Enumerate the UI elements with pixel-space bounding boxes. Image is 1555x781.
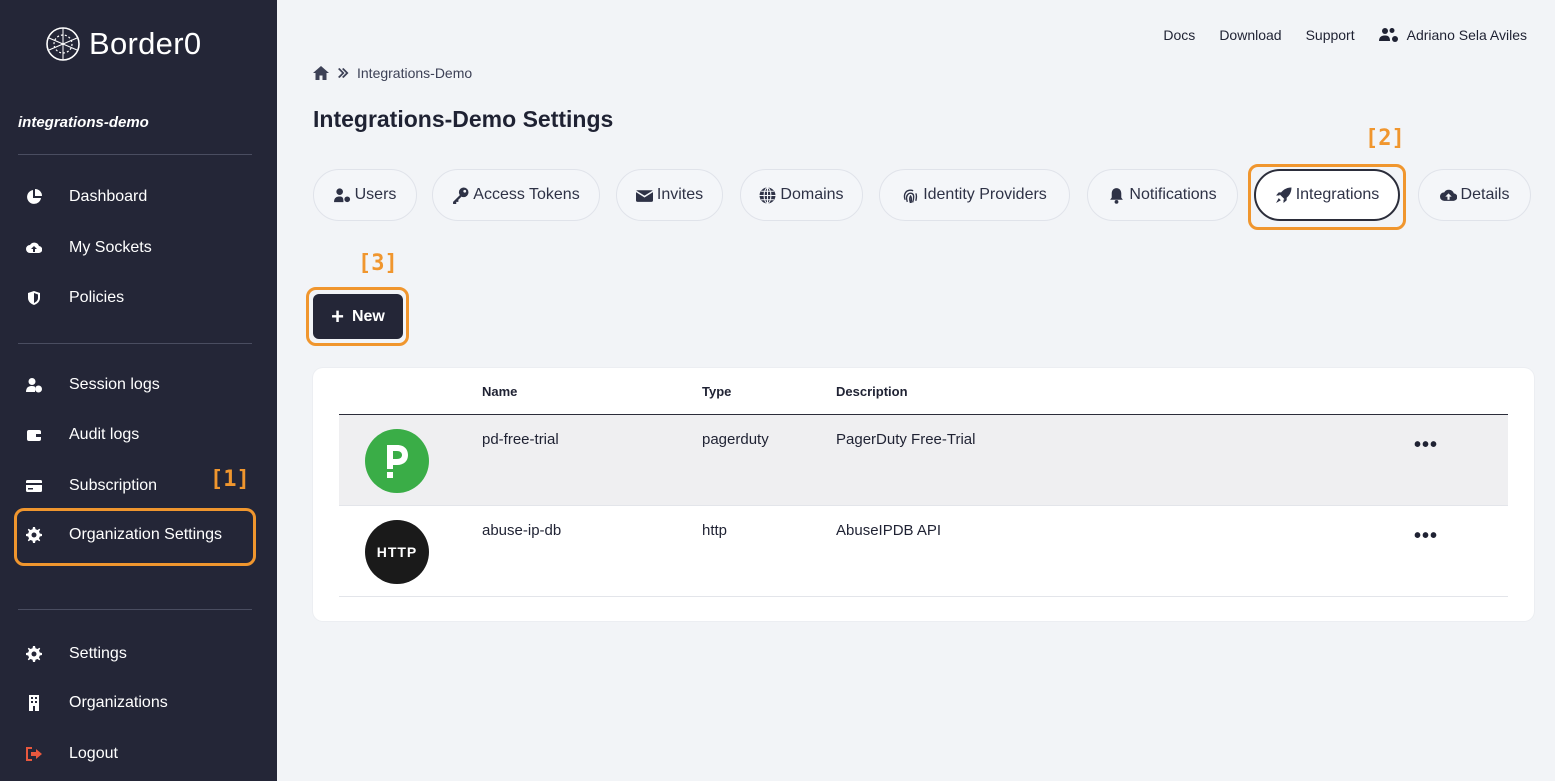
tab-label: Invites — [656, 186, 704, 203]
tab-details[interactable]: Details — [1418, 169, 1531, 221]
sidebar: Border0 integrations-demo Dashboard My S… — [0, 0, 277, 781]
wallet-icon — [24, 425, 44, 445]
sidebar-item-my-sockets[interactable]: My Sockets — [18, 228, 254, 268]
brand-logo[interactable]: Border0 — [43, 24, 201, 64]
table-row[interactable]: HTTP abuse-ip-db http AbuseIPDB API ••• — [339, 506, 1508, 597]
sidebar-item-label: Policies — [69, 289, 125, 306]
key-icon — [453, 187, 469, 204]
tab-label: Integrations — [1295, 186, 1380, 203]
sidebar-item-label: Audit logs — [69, 426, 140, 443]
brand-name: Border0 — [89, 26, 202, 61]
tab-label: Users — [354, 186, 397, 203]
tab-invites[interactable]: Invites — [616, 169, 723, 221]
pagerduty-logo-icon — [365, 429, 429, 493]
cloud-upload-icon — [24, 238, 44, 258]
plus-icon: + — [331, 303, 344, 329]
users-cog-icon — [1378, 28, 1398, 42]
building-icon — [24, 693, 44, 713]
tab-integrations[interactable]: Integrations — [1254, 169, 1400, 221]
user-clock-icon — [24, 375, 44, 395]
column-header-type[interactable]: Type — [702, 384, 731, 399]
column-header-description[interactable]: Description — [836, 384, 908, 399]
sign-out-icon — [24, 744, 44, 764]
annotation-label-3: [3] — [358, 251, 398, 276]
support-link[interactable]: Support — [1306, 27, 1355, 43]
tab-label: Identity Providers — [923, 186, 1047, 203]
sidebar-item-label: Logout — [69, 745, 118, 762]
row-type: http — [702, 522, 728, 539]
credit-card-icon — [24, 476, 44, 496]
tab-label: Details — [1460, 186, 1510, 203]
sidebar-item-session-logs[interactable]: Session logs — [18, 365, 254, 405]
row-type: pagerduty — [702, 431, 769, 448]
cloud-upload-icon — [1439, 189, 1457, 201]
user-menu[interactable]: Adriano Sela Aviles — [1378, 27, 1527, 43]
tab-domains[interactable]: Domains — [740, 169, 863, 221]
row-name: pd-free-trial — [482, 431, 559, 448]
sidebar-item-dashboard[interactable]: Dashboard — [18, 177, 254, 217]
sidebar-item-label: Subscription — [69, 477, 158, 494]
integrations-table: Name Type Description pd-free-trial page… — [313, 368, 1534, 621]
top-nav: Docs Download Support Adriano Sela Avile… — [1163, 27, 1527, 43]
home-icon[interactable] — [313, 66, 329, 80]
column-header-name[interactable]: Name — [482, 384, 517, 399]
tab-identity-providers[interactable]: Identity Providers — [879, 169, 1070, 221]
tab-label: Notifications — [1129, 186, 1217, 203]
http-logo-text: HTTP — [376, 544, 418, 560]
gear-icon — [24, 525, 44, 545]
tab-label: Access Tokens — [473, 186, 580, 203]
row-description: AbuseIPDB API — [836, 522, 942, 539]
sidebar-item-settings[interactable]: Settings — [18, 634, 254, 674]
globe-icon — [759, 186, 776, 204]
sidebar-item-organizations[interactable]: Organizations — [18, 683, 254, 723]
sidebar-item-label: Organization Settings — [69, 526, 222, 543]
envelope-icon — [635, 189, 653, 202]
org-name: integrations-demo — [18, 114, 149, 131]
sidebar-item-label: Session logs — [69, 376, 160, 393]
page-title: Integrations-Demo Settings — [313, 106, 614, 132]
http-logo-icon: HTTP — [365, 520, 429, 584]
breadcrumb-current[interactable]: Integrations-Demo — [357, 65, 472, 81]
border0-logo-icon — [46, 27, 80, 61]
row-name: abuse-ip-db — [482, 522, 562, 539]
row-actions-menu-icon[interactable]: ••• — [1414, 526, 1438, 546]
sidebar-divider — [18, 609, 252, 610]
tab-label: Domains — [780, 186, 844, 203]
bell-icon — [1110, 187, 1124, 204]
breadcrumb: Integrations-Demo — [313, 65, 472, 81]
download-link[interactable]: Download — [1219, 27, 1281, 43]
table-row[interactable]: pd-free-trial pagerduty PagerDuty Free-T… — [339, 415, 1508, 506]
docs-link[interactable]: Docs — [1163, 27, 1195, 43]
rocket-icon — [1275, 187, 1292, 203]
row-description: PagerDuty Free-Trial — [836, 431, 976, 448]
double-chevron-right-icon — [338, 68, 349, 78]
sidebar-item-label: Organizations — [69, 694, 168, 711]
annotation-label-2: [2] — [1365, 126, 1405, 151]
sidebar-item-organization-settings[interactable]: Organization Settings — [18, 515, 254, 555]
sidebar-item-label: My Sockets — [69, 239, 152, 256]
sidebar-divider — [18, 343, 252, 344]
gear-icon — [24, 644, 44, 664]
user-cog-icon — [333, 187, 350, 202]
tab-users[interactable]: Users — [313, 169, 417, 221]
sidebar-item-policies[interactable]: Policies — [18, 278, 254, 318]
pie-chart-icon — [24, 187, 44, 207]
shield-icon — [24, 288, 44, 308]
sidebar-divider — [18, 154, 252, 155]
sidebar-item-logout[interactable]: Logout — [18, 734, 254, 774]
sidebar-item-label: Settings — [69, 645, 127, 662]
row-actions-menu-icon[interactable]: ••• — [1414, 435, 1438, 455]
user-name: Adriano Sela Aviles — [1406, 27, 1527, 43]
sidebar-item-audit-logs[interactable]: Audit logs — [18, 415, 254, 455]
tab-access-tokens[interactable]: Access Tokens — [432, 169, 600, 221]
annotation-label-1: [1] — [210, 467, 250, 492]
new-button-label: New — [351, 307, 385, 325]
new-integration-button[interactable]: + New — [313, 294, 403, 339]
fingerprint-icon — [903, 189, 918, 203]
sidebar-item-label: Dashboard — [69, 188, 148, 205]
tab-notifications[interactable]: Notifications — [1087, 169, 1238, 221]
